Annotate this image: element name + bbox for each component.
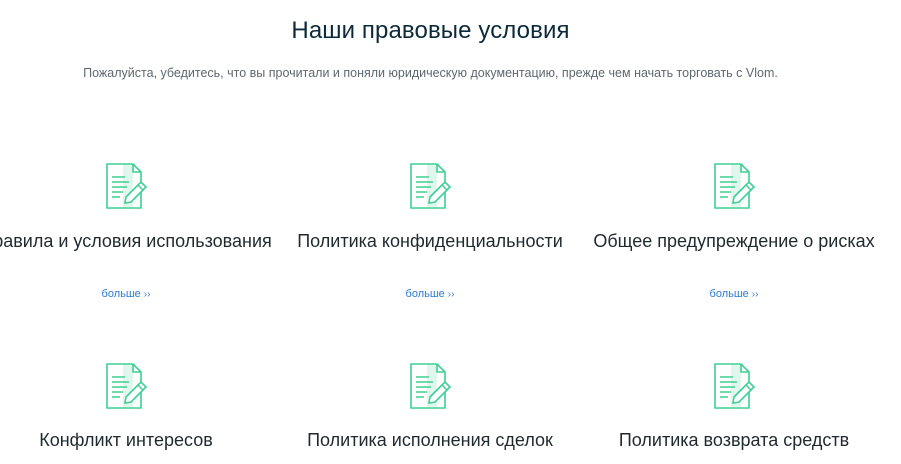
document-edit-icon [714, 363, 756, 409]
page-title: Наши правовые условия [291, 17, 570, 44]
card-title: Общее предупреждение о рисках [593, 231, 875, 251]
more-link[interactable]: больше ›› [102, 288, 151, 300]
card-refund-policy: Политика возврата средств [584, 362, 884, 464]
card-order-execution-policy: Политика исполнения сделок [280, 362, 580, 464]
card-privacy-policy: Политика конфиденциальности больше ›› [280, 162, 580, 302]
card-title: Правила и условия использования [0, 231, 272, 251]
legal-terms-page: Наши правовые условия Пожалуйста, убедит… [0, 0, 901, 464]
document-edit-icon [714, 163, 756, 209]
page-subtitle: Пожалуйста, убедитесь, что вы прочитали … [83, 66, 778, 80]
card-title: Конфликт интересов [39, 430, 213, 450]
card-title: Политика исполнения сделок [307, 430, 553, 450]
card-terms-of-use: Правила и условия использования больше ›› [0, 162, 276, 302]
card-conflict-of-interest: Конфликт интересов [0, 362, 276, 464]
more-link-label: больше [709, 288, 749, 300]
more-link-label: больше [101, 288, 141, 300]
card-title: Политика возврата средств [618, 430, 850, 450]
document-edit-icon [410, 163, 452, 209]
more-arrows-icon: ›› [447, 289, 455, 300]
more-link[interactable]: больше ›› [710, 288, 759, 300]
more-link[interactable]: больше ›› [406, 288, 455, 300]
document-edit-icon [106, 163, 148, 209]
document-edit-icon [410, 363, 452, 409]
more-arrows-icon: ›› [751, 289, 759, 300]
document-edit-icon [106, 363, 148, 409]
more-arrows-icon: ›› [143, 289, 151, 300]
card-title: Политика конфиденциальности [297, 231, 563, 251]
more-link-label: больше [405, 288, 445, 300]
card-risk-warning: Общее предупреждение о рисках больше ›› [584, 162, 884, 302]
